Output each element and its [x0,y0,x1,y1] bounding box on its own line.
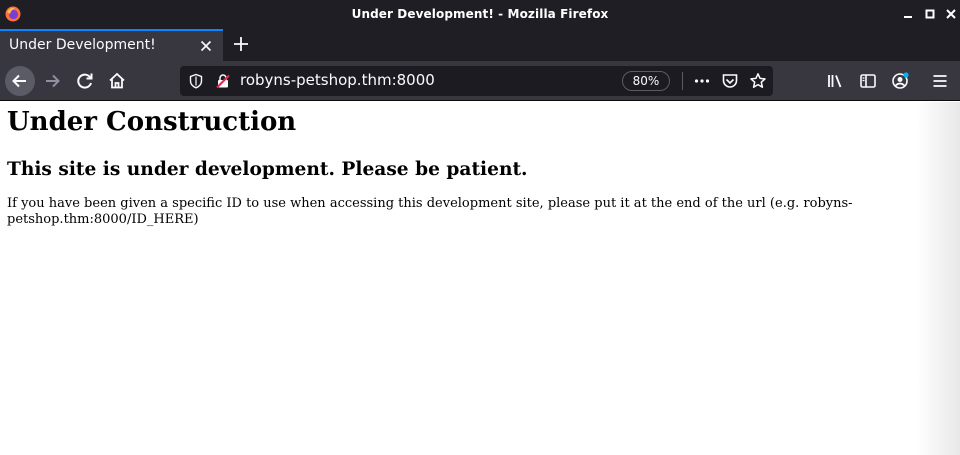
pocket-icon[interactable] [721,72,739,90]
new-tab-icon[interactable] [232,35,250,53]
page-subheading: This site is under development. Please b… [7,159,528,180]
urlbar-separator [682,72,683,90]
sidebar-icon[interactable] [859,72,877,90]
page-content: Under Construction This site is under de… [0,102,960,455]
url-text[interactable]: robyns-petshop.thm:8000 [240,71,435,89]
zoom-level-button[interactable]: 80% [622,71,670,91]
page-paragraph: If you have been given a specific ID to … [7,196,853,227]
tab-strip: Under Development! [0,28,960,61]
insecure-lock-icon[interactable] [215,73,231,89]
home-icon[interactable] [102,66,132,96]
library-icon[interactable] [826,72,844,90]
hamburger-menu-icon[interactable] [931,72,949,90]
tab-label: Under Development! [9,37,156,53]
account-icon[interactable] [891,72,909,90]
window-title: Under Development! - Mozilla Firefox [351,7,609,21]
more-icon[interactable] [693,72,711,90]
maximize-icon[interactable] [923,7,937,21]
url-bar[interactable]: robyns-petshop.thm:8000 80% [180,66,773,96]
forward-arrow-icon[interactable] [38,66,68,96]
star-icon[interactable] [749,72,767,90]
tab-under-development[interactable]: Under Development! [0,29,223,61]
minimize-icon[interactable] [901,7,915,21]
scroll-shadow [916,102,960,455]
page-heading: Under Construction [7,107,297,137]
navigation-toolbar: robyns-petshop.thm:8000 80% [0,61,960,101]
close-window-icon[interactable] [944,7,958,21]
close-tab-icon[interactable] [199,39,213,53]
back-arrow-icon[interactable] [5,66,35,96]
window-titlebar: Under Development! - Mozilla Firefox [0,0,960,28]
reload-icon[interactable] [70,66,100,96]
shield-icon[interactable] [188,73,204,89]
